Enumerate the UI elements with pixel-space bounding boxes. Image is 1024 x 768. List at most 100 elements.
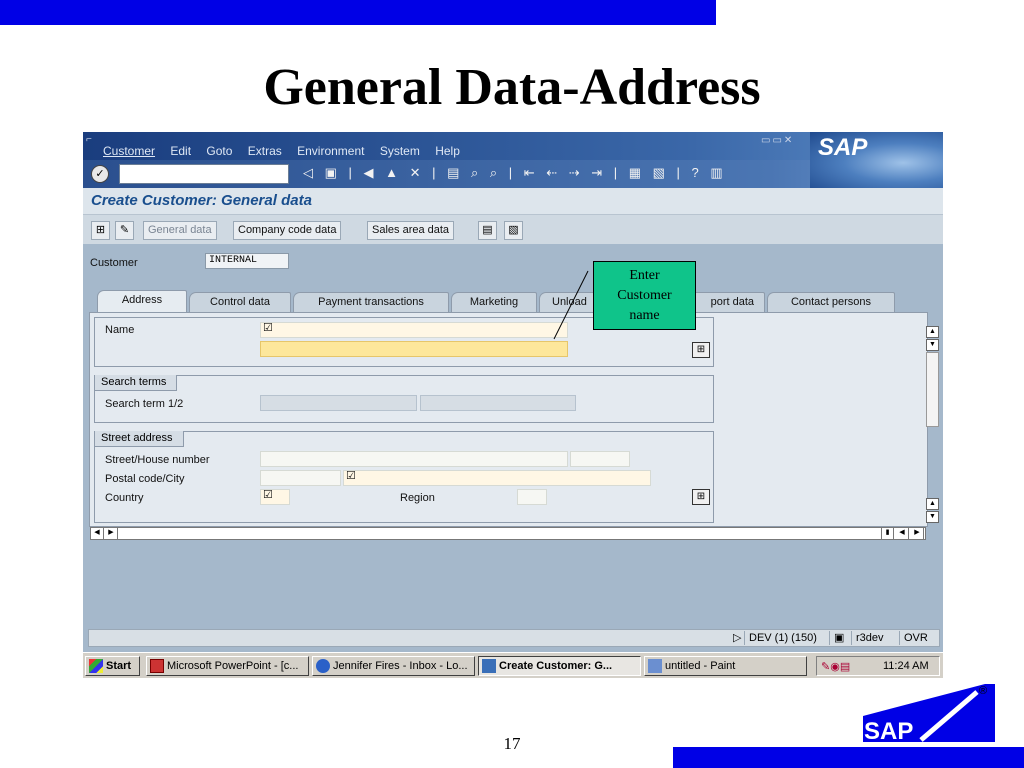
change-pencil-icon[interactable]: ✎: [115, 221, 134, 240]
tray-icons[interactable]: ✎◉▤: [821, 658, 850, 676]
scroll-track[interactable]: [926, 352, 939, 427]
sap-logo-text: SAP: [864, 718, 913, 742]
task-sap[interactable]: Create Customer: G...: [478, 656, 641, 676]
general-data-button[interactable]: General data: [143, 221, 217, 240]
house-number-field[interactable]: [570, 451, 630, 467]
task-paint[interactable]: untitled - Paint: [644, 656, 807, 676]
powerpoint-icon: [150, 659, 164, 673]
menu-environment[interactable]: Environment: [297, 144, 364, 158]
other-data-icon[interactable]: ▤: [478, 221, 497, 240]
scroll-up-icon[interactable]: ▲: [926, 326, 939, 338]
callout-line-3: name: [629, 308, 660, 323]
city-field[interactable]: [343, 470, 651, 486]
menu-extras[interactable]: Extras: [248, 144, 282, 158]
clock: 11:24 AM: [883, 660, 929, 672]
start-button[interactable]: Start: [85, 656, 140, 676]
menu-items: Customer Edit Goto Extras Environment Sy…: [103, 144, 472, 158]
status-system: DEV (1) (150): [744, 631, 821, 645]
content-area: Customer INTERNAL Address Control data P…: [83, 244, 943, 678]
enter-check-icon[interactable]: ✓: [91, 165, 109, 183]
paint-icon: [648, 659, 662, 673]
window-controls[interactable]: ▭▭✕: [761, 135, 794, 146]
search-term-2-field[interactable]: [420, 395, 576, 411]
task-mail-label: Jennifer Fires - Inbox - Lo...: [333, 660, 468, 672]
registered-mark: ®: [979, 685, 987, 697]
more-names-icon[interactable]: ⊞: [692, 342, 710, 358]
tab-control-data[interactable]: Control data: [189, 292, 291, 312]
name-required-check: ☑: [263, 322, 273, 334]
status-server-icon[interactable]: ▣: [829, 631, 848, 645]
street-label: Street/House number: [105, 454, 210, 466]
scroll-down-icon-2[interactable]: ▼: [926, 511, 939, 523]
scroll-up-icon-2[interactable]: ▲: [926, 498, 939, 510]
postal-code-field[interactable]: [260, 470, 341, 486]
status-bar: ▷ DEV (1) (150) ▣ r3dev OVR: [88, 629, 940, 647]
more-address-icon[interactable]: ⊞: [692, 489, 710, 505]
tab-payment-transactions[interactable]: Payment transactions: [293, 292, 449, 312]
application-toolbar: ⊞ ✎ General data Company code data Sales…: [83, 214, 943, 244]
tab-address[interactable]: Address: [97, 290, 187, 312]
scroll-end-icon[interactable]: ▮: [881, 528, 894, 539]
street-address-title: Street address: [95, 431, 184, 447]
search-term-label: Search term 1/2: [105, 398, 184, 410]
screen-title-bar: Create Customer: General data: [83, 188, 943, 214]
country-required-check: ☑: [263, 489, 273, 501]
slide-top-bar: [0, 0, 716, 25]
sap-brand-text: SAP: [818, 134, 868, 161]
document-icon[interactable]: ▧: [504, 221, 523, 240]
region-label: Region: [400, 492, 435, 504]
task-powerpoint[interactable]: Microsoft PowerPoint - [c...: [146, 656, 309, 676]
system-tray: ✎◉▤ 11:24 AM: [816, 656, 940, 676]
menu-help[interactable]: Help: [435, 144, 460, 158]
sales-area-data-button[interactable]: Sales area data: [367, 221, 455, 240]
toolbar-icons[interactable]: ◁ ▣ | ◀ ▲ ✕ | ▤ ⌕ ⌕ | ⇤ ⇠ ⇢ ⇥ | ▦ ▧ | ? …: [303, 165, 727, 181]
callout-line-2: Customer: [617, 288, 672, 303]
region-field[interactable]: [517, 489, 547, 505]
command-field[interactable]: [119, 164, 289, 184]
menu-goto[interactable]: Goto: [206, 144, 232, 158]
scroll-down-icon[interactable]: ▼: [926, 339, 939, 351]
address-tab-panel: Name ☑ ⊞ Search terms Search term 1/2 St…: [89, 312, 928, 527]
create-icon[interactable]: ⊞: [91, 221, 110, 240]
street-address-group: Street address Street/House number Posta…: [94, 431, 714, 523]
windows-logo-icon: [89, 659, 103, 673]
horizontal-scrollbar[interactable]: ◀ ▶ ▮ ◀ ▶: [90, 527, 926, 540]
city-required-check: ☑: [346, 470, 356, 482]
status-expand-icon[interactable]: ▷: [729, 631, 745, 645]
sap-logo: SAP ®: [863, 684, 995, 742]
customer-label: Customer: [90, 257, 138, 269]
scroll-left-icon[interactable]: ◀: [91, 528, 104, 539]
enter-customer-name-callout: Enter Customer name: [593, 261, 696, 330]
sap-corner-logo: SAP: [810, 132, 943, 188]
menu-edit[interactable]: Edit: [170, 144, 191, 158]
task-powerpoint-label: Microsoft PowerPoint - [c...: [167, 660, 299, 672]
search-term-1-field[interactable]: [260, 395, 417, 411]
tab-marketing[interactable]: Marketing: [451, 292, 537, 312]
screen-title: Create Customer: General data: [91, 192, 312, 209]
sap-window: ⌐ Customer Edit Goto Extras Environment …: [83, 132, 943, 678]
menu-system[interactable]: System: [380, 144, 420, 158]
country-label: Country: [105, 492, 144, 504]
menu-customer[interactable]: Customer: [103, 144, 155, 158]
name-field-2[interactable]: [260, 341, 568, 357]
vertical-scrollbar[interactable]: ▲ ▼ ▲ ▼: [926, 326, 940, 526]
company-code-data-button[interactable]: Company code data: [233, 221, 342, 240]
task-sap-label: Create Customer: G...: [499, 660, 613, 672]
slide-bottom-bar: [673, 747, 1024, 768]
tab-contact-persons[interactable]: Contact persons: [767, 292, 895, 312]
customer-field: INTERNAL: [205, 253, 289, 269]
tab-unloading-points[interactable]: Unload: [539, 292, 599, 312]
search-terms-title: Search terms: [95, 375, 178, 391]
scroll-right-icon[interactable]: ▶: [105, 528, 118, 539]
scroll-left-icon-2[interactable]: ◀: [896, 528, 909, 539]
start-label: Start: [106, 660, 132, 672]
windows-taskbar: Start Microsoft PowerPoint - [c... Jenni…: [83, 652, 943, 678]
name-field-1[interactable]: [260, 322, 568, 338]
task-mail[interactable]: Jennifer Fires - Inbox - Lo...: [312, 656, 475, 676]
scroll-right-icon-2[interactable]: ▶: [911, 528, 924, 539]
system-menu-icon[interactable]: ⌐: [86, 134, 92, 145]
status-server: r3dev: [851, 631, 888, 645]
street-field[interactable]: [260, 451, 568, 467]
slide-title: General Data-Address: [263, 59, 761, 116]
postal-city-label: Postal code/City: [105, 473, 185, 485]
